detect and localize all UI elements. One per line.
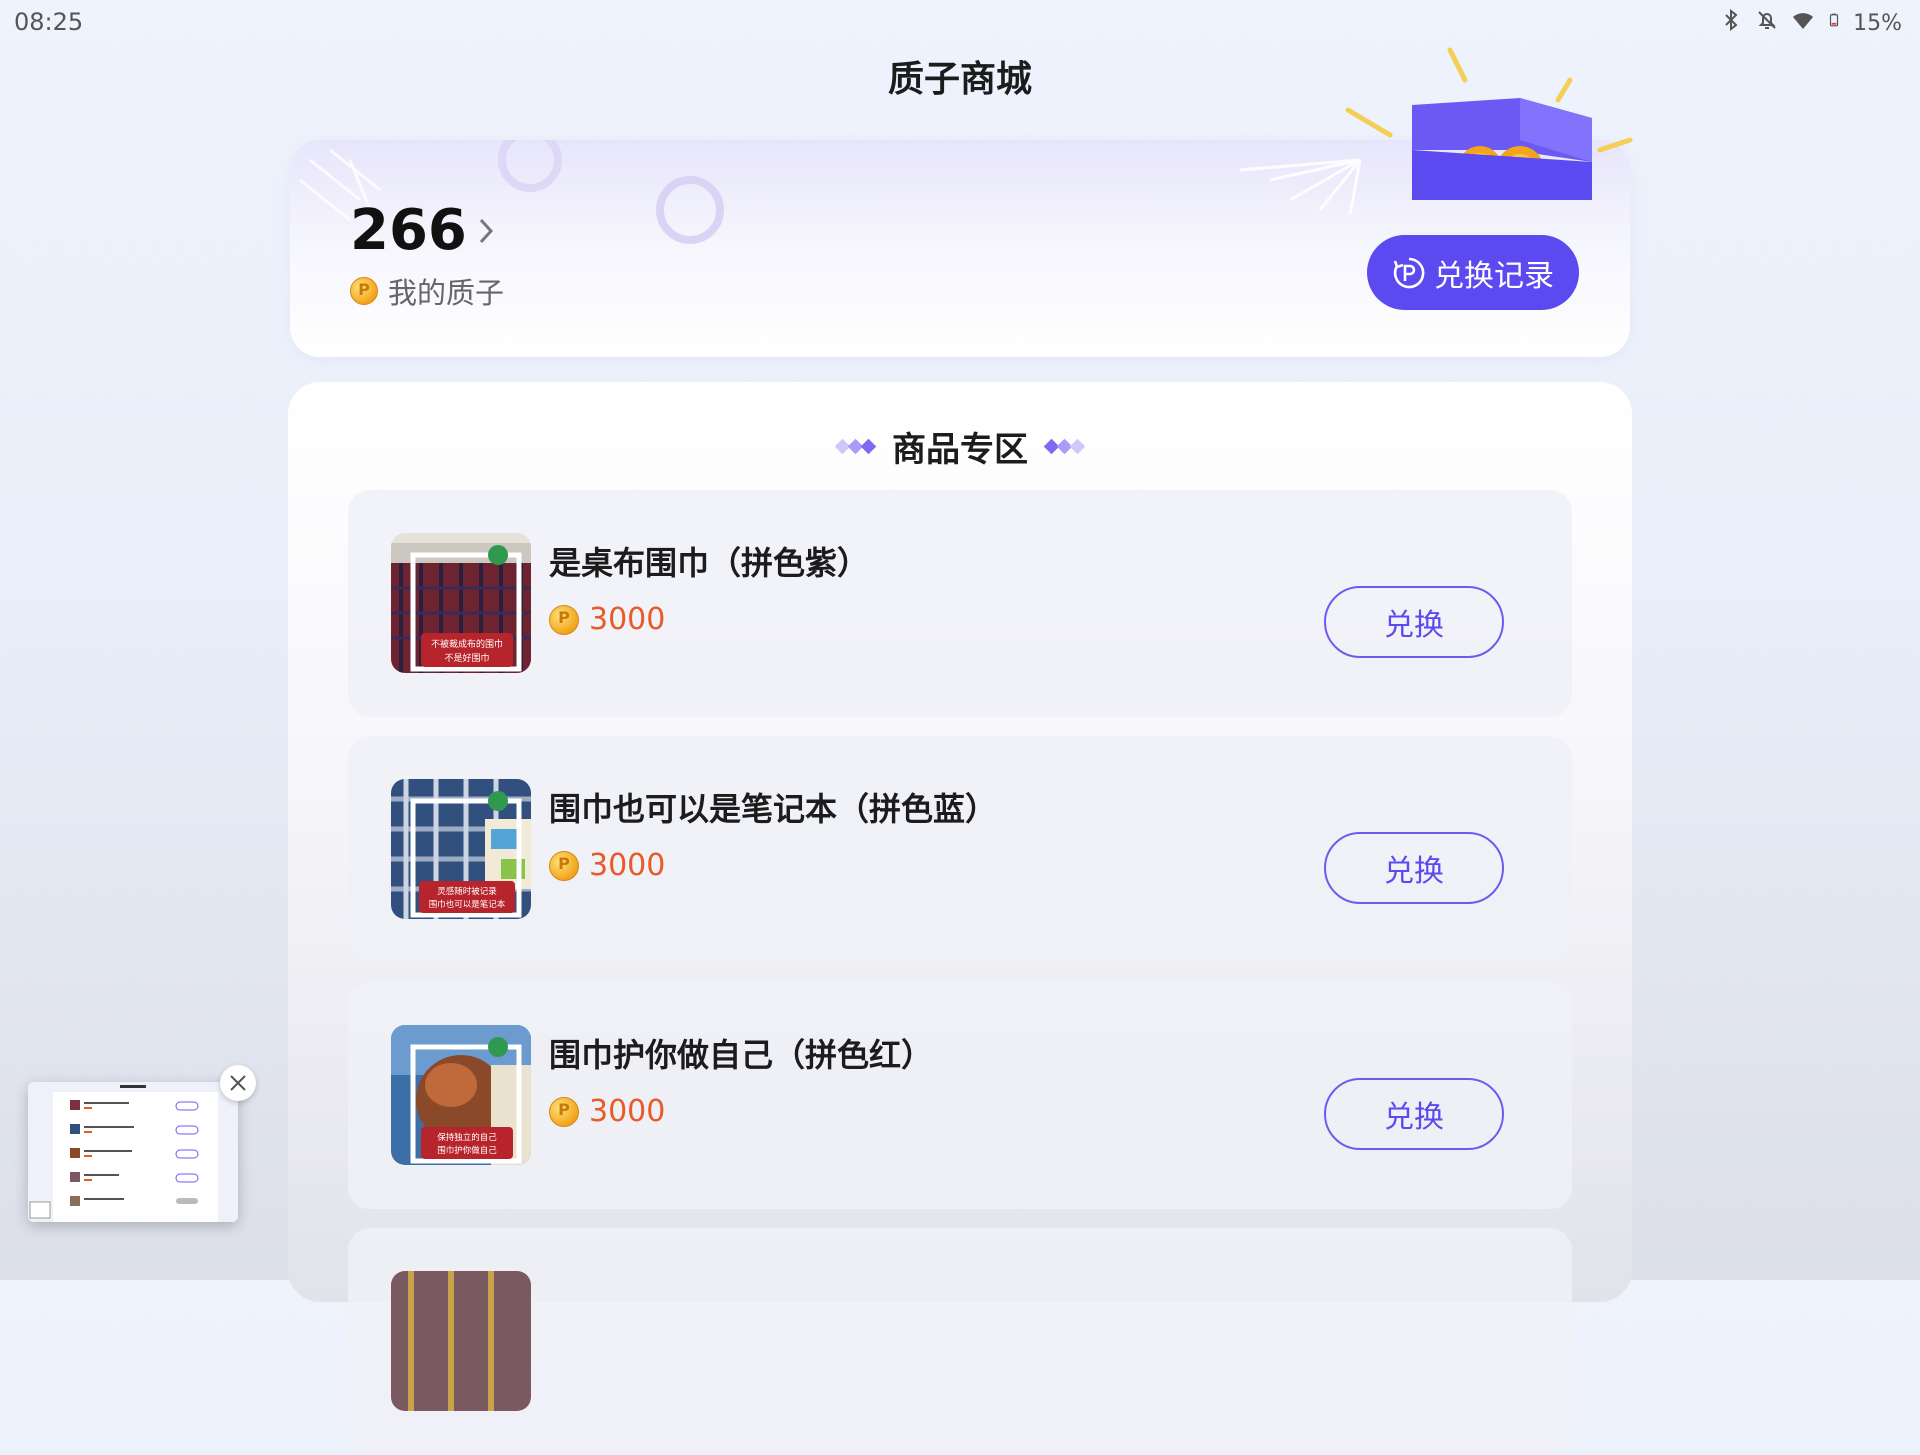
balance-value: 266: [350, 198, 467, 263]
thumb-caption-1: 灵感随时被记录: [437, 886, 497, 897]
product-price-value: 3000: [589, 848, 666, 883]
exchange-records-label: 兑换记录: [1434, 258, 1554, 294]
wifi-icon: [1791, 8, 1815, 38]
section-header: 商品专区: [288, 422, 1632, 471]
product-price: 3000: [549, 1094, 665, 1129]
thumb-caption-1: 保持独立的自己: [437, 1132, 497, 1143]
balance-label: 我的质子: [350, 270, 504, 312]
exchange-button[interactable]: 兑换: [1324, 586, 1504, 658]
thumb-caption-2: 围巾护你做自己: [437, 1145, 497, 1156]
battery-percent: 15%: [1853, 10, 1902, 36]
status-time: 08:25: [14, 8, 84, 36]
product-thumbnail: 不被裁成布的围巾 不是好围巾: [391, 533, 531, 673]
proton-coin-icon: [549, 604, 579, 635]
mute-bell-icon: [1755, 8, 1779, 38]
product-name: 围巾护你做自己（拼色红）: [549, 1036, 934, 1074]
status-bar: 08:25 15%: [0, 0, 1920, 44]
proton-balance[interactable]: 266: [350, 198, 497, 263]
product-price-value: 3000: [589, 602, 666, 637]
thumb-caption-2: 围巾也可以是笔记本: [429, 899, 506, 910]
bluetooth-icon: [1719, 8, 1743, 38]
product-thumbnail: 保持独立的自己 围巾护你做自己: [391, 1025, 531, 1165]
floating-window-preview[interactable]: [28, 1082, 238, 1222]
thumb-caption-2: 不是好围巾: [444, 652, 489, 664]
record-coin-icon: [1393, 257, 1425, 288]
balance-label-text: 我的质子: [388, 276, 505, 310]
exchange-button[interactable]: 兑换: [1324, 832, 1504, 904]
product-thumbnail: 灵感随时被记录 围巾也可以是笔记本: [391, 779, 531, 919]
proton-coin-icon: [549, 1096, 579, 1127]
thumb-caption-1: 不被裁成布的围巾: [431, 638, 503, 650]
product-item[interactable]: 保持独立的自己 围巾护你做自己 围巾护你做自己（拼色红） 3000 兑换: [348, 982, 1572, 1209]
product-name: 是桌布围巾（拼色紫）: [549, 544, 870, 582]
product-name: 围巾也可以是笔记本（拼色蓝）: [549, 790, 998, 828]
product-item[interactable]: 不被裁成布的围巾 不是好围巾 是桌布围巾（拼色紫） 3000 兑换: [348, 490, 1572, 717]
diamond-decoration-left-icon: [834, 438, 877, 455]
close-floating-window-button[interactable]: [220, 1065, 256, 1101]
system-icons: 15%: [1719, 8, 1902, 38]
diamond-decoration-right-icon: [1043, 438, 1086, 455]
gift-box-illustration: [1345, 47, 1633, 200]
product-price: 3000: [549, 602, 665, 637]
product-price: 3000: [549, 848, 665, 883]
product-thumbnail: [391, 1271, 531, 1411]
proton-coin-icon: [549, 850, 579, 881]
battery-icon: [1827, 8, 1841, 38]
product-item[interactable]: 灵感随时被记录 围巾也可以是笔记本 围巾也可以是笔记本（拼色蓝） 3000 兑换: [348, 736, 1572, 963]
products-panel: 商品专区 不被裁成布的围巾 不是好围巾 是桌布围巾（拼色紫） P 3000 兑换…: [288, 382, 1632, 1455]
exchange-records-button[interactable]: 兑换记录: [1367, 235, 1579, 310]
product-price-value: 3000: [589, 1094, 666, 1129]
section-title: 商品专区: [892, 430, 1028, 470]
chevron-right-icon: [479, 218, 493, 243]
product-item[interactable]: [348, 1228, 1572, 1455]
exchange-button[interactable]: 兑换: [1324, 1078, 1504, 1150]
proton-coin-icon: [350, 277, 378, 305]
close-icon: [230, 1075, 246, 1091]
